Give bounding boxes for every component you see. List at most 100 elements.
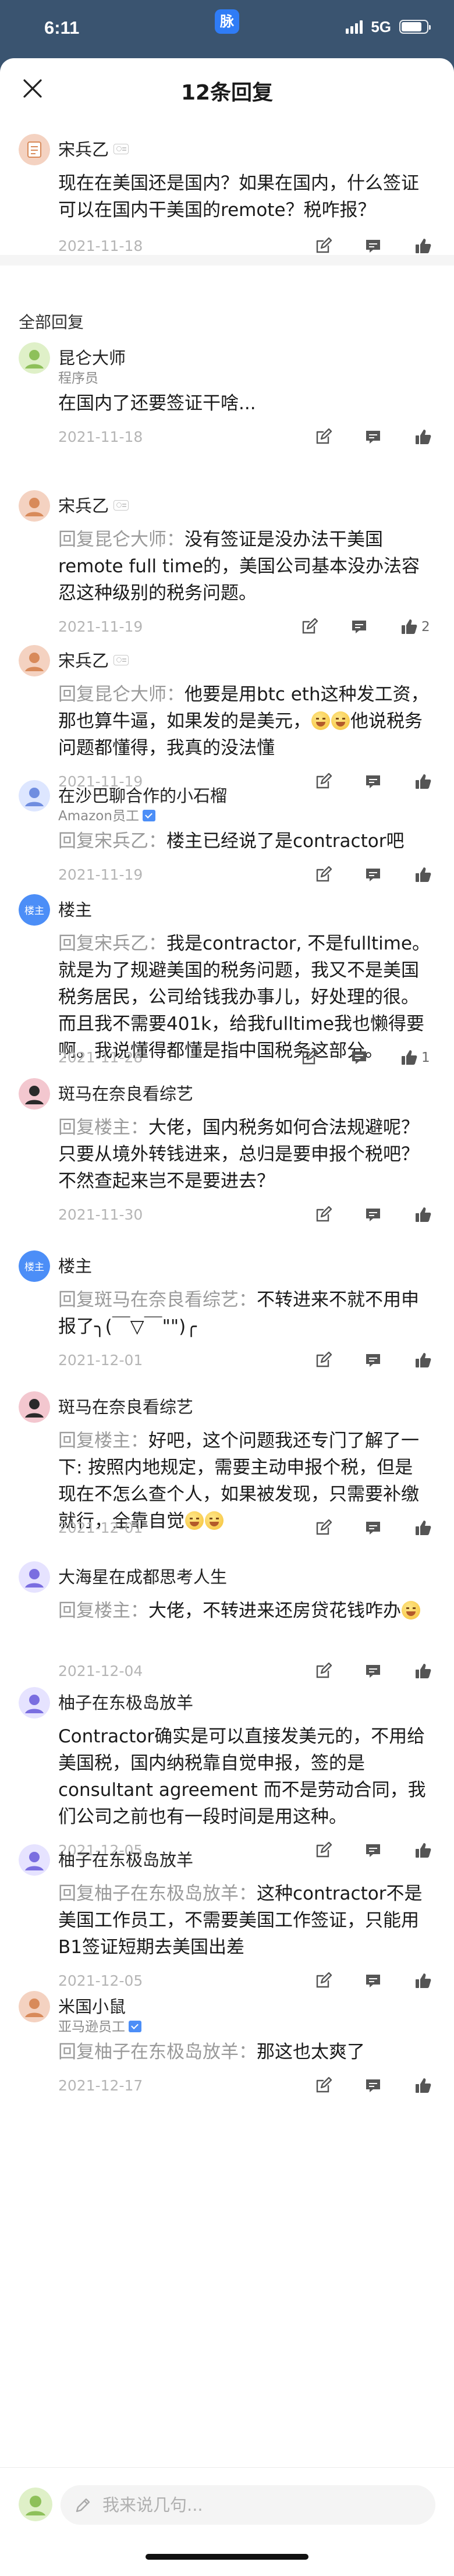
- reply-body[interactable]: 回复昆仑大师：他要是用btc eth这种发工资，那也算牛逼，如果发的是美元， 他说…: [58, 681, 431, 761]
- comment-date: 2021-11-18: [58, 238, 143, 254]
- avatar[interactable]: 楼主: [19, 894, 50, 926]
- thumbs-up-icon[interactable]: 1: [399, 1048, 430, 1068]
- reply-body[interactable]: 回复宋兵乙：我是contractor, 不是fulltime。就是为了规避美国的…: [58, 930, 431, 1064]
- reply-body[interactable]: 在国内了还要签证干啥...: [58, 390, 431, 417]
- edit-icon[interactable]: [313, 1661, 333, 1681]
- avatar[interactable]: [19, 645, 50, 676]
- reply-body[interactable]: 回复昆仑大师：没有签证是没办法干美国remote full time的，美国公司…: [58, 526, 431, 607]
- avatar[interactable]: [19, 780, 50, 812]
- edit-icon[interactable]: [313, 1518, 333, 1538]
- reply-body[interactable]: 回复楼主：大佬，国内税务如何合法规避呢？只要从境外转钱进来，总归是要申报个税吧？…: [58, 1114, 431, 1195]
- author-title-text: 程序员: [58, 371, 98, 386]
- comment-icon[interactable]: [363, 865, 383, 885]
- comment-icon[interactable]: [363, 427, 383, 447]
- author-name[interactable]: 宋兵乙: [58, 136, 129, 161]
- app-badge-icon: 脉: [215, 9, 239, 34]
- reply-input[interactable]: [61, 2485, 435, 2525]
- avatar[interactable]: [19, 342, 50, 374]
- reply-body[interactable]: 回复柚子在东极岛放羊：那这也太爽了: [58, 2039, 431, 2065]
- battery-level: [402, 22, 421, 31]
- author-name[interactable]: 楼主: [58, 1253, 92, 1277]
- edit-icon[interactable]: [313, 236, 333, 256]
- edit-icon[interactable]: [313, 427, 333, 447]
- reply-to-label[interactable]: 回复昆仑大师：: [58, 529, 185, 550]
- avatar[interactable]: [19, 134, 50, 165]
- avatar[interactable]: [19, 1991, 50, 2022]
- comment-icon[interactable]: [363, 772, 383, 792]
- section-title: 全部回复: [19, 313, 84, 332]
- reply-to-label[interactable]: 回复斑马在奈良看综艺：: [58, 1289, 257, 1310]
- thumbs-up-icon[interactable]: [413, 427, 433, 447]
- thumbs-up-icon[interactable]: [413, 1351, 433, 1370]
- comment-icon[interactable]: [363, 1351, 383, 1370]
- reply-body[interactable]: Contractor确实是可以直接发美元的，不用给美国税，国内纳税靠自觉申报，签…: [58, 1723, 431, 1830]
- edit-icon[interactable]: [313, 865, 333, 885]
- edit-icon[interactable]: [313, 1205, 333, 1225]
- edit-icon[interactable]: [299, 617, 319, 637]
- avatar[interactable]: [19, 490, 50, 522]
- avatar[interactable]: [19, 1687, 50, 1718]
- edit-icon[interactable]: [313, 1971, 333, 1991]
- edit-icon[interactable]: [313, 1841, 333, 1861]
- reply-to-label[interactable]: 回复楼主：: [58, 1600, 148, 1621]
- author-name[interactable]: 斑马在奈良看综艺: [58, 1394, 193, 1418]
- reply-to-label[interactable]: 回复宋兵乙：: [58, 831, 166, 852]
- edit-icon[interactable]: [313, 772, 333, 792]
- edit-icon[interactable]: [313, 2076, 333, 2096]
- thumbs-up-icon[interactable]: [413, 1841, 433, 1861]
- avatar[interactable]: [19, 1561, 50, 1593]
- thumbs-up-icon[interactable]: [413, 1971, 433, 1991]
- reply-to-label[interactable]: 回复楼主：: [58, 1117, 148, 1138]
- author-name[interactable]: 昆仑大师: [58, 345, 126, 369]
- reply-actions: [283, 1661, 433, 1681]
- author-name[interactable]: 柚子在东极岛放羊: [58, 1847, 193, 1871]
- network-type: 5G: [371, 17, 391, 36]
- edit-icon[interactable]: [313, 1351, 333, 1370]
- comment-icon[interactable]: [363, 1518, 383, 1538]
- avatar[interactable]: [19, 1078, 50, 1110]
- comment-icon[interactable]: [349, 1048, 369, 1068]
- reply-to-label[interactable]: 回复柚子在东极岛放羊：: [58, 1883, 257, 1904]
- comment-icon[interactable]: [363, 1841, 383, 1861]
- reply-actions: [283, 1351, 433, 1370]
- avatar[interactable]: 楼主: [19, 1250, 50, 1282]
- author-name[interactable]: 斑马在奈良看综艺: [58, 1080, 193, 1105]
- thumbs-up-icon[interactable]: [413, 2076, 433, 2096]
- author-name[interactable]: 宋兵乙: [58, 492, 129, 517]
- thumbs-up-icon[interactable]: [413, 865, 433, 885]
- avatar: [19, 2488, 52, 2521]
- comment-icon[interactable]: [363, 1205, 383, 1225]
- comment-icon[interactable]: [349, 617, 369, 637]
- author-name[interactable]: 宋兵乙: [58, 647, 129, 672]
- author-name-text: 斑马在奈良看综艺: [58, 1397, 194, 1417]
- comment-icon[interactable]: [363, 1971, 383, 1991]
- thumbs-up-icon[interactable]: [413, 1518, 433, 1538]
- id-badge-icon: [114, 500, 129, 511]
- edit-icon[interactable]: [299, 1048, 319, 1068]
- thumbs-up-icon[interactable]: 2: [399, 617, 430, 637]
- reply-body[interactable]: 回复柚子在东极岛放羊：这种contractor不是美国工作员工，不需要美国工作签…: [58, 1880, 431, 1961]
- reply-body[interactable]: 回复宋兵乙：楼主已经说了是contractor吧: [58, 828, 431, 855]
- author-name[interactable]: 大海星在成都思考人生: [58, 1564, 227, 1588]
- thumbs-up-icon[interactable]: [413, 236, 433, 256]
- reply-body[interactable]: 回复楼主：大佬，不转进来还房贷花钱咋办: [58, 1597, 431, 1624]
- author-name[interactable]: 在沙巴聊合作的小石榴: [58, 782, 227, 807]
- thumbs-up-icon[interactable]: [413, 1205, 433, 1225]
- avatar[interactable]: [19, 1844, 50, 1876]
- thumbs-up-icon[interactable]: [413, 1661, 433, 1681]
- thumbs-up-icon[interactable]: [413, 772, 433, 792]
- comment-icon[interactable]: [363, 1661, 383, 1681]
- reply-to-label[interactable]: 回复柚子在东极岛放羊：: [58, 2042, 257, 2063]
- avatar[interactable]: [19, 1391, 50, 1423]
- reply-date: 2021-12-04: [58, 1663, 143, 1679]
- reply-body[interactable]: 回复斑马在奈良看综艺：不转进来不就不用申报了╮(￣▽￣"")╭: [58, 1287, 431, 1340]
- reply-to-label[interactable]: 回复宋兵乙：: [58, 933, 166, 954]
- comment-icon[interactable]: [363, 236, 383, 256]
- reply-to-label[interactable]: 回复昆仑大师：: [58, 684, 185, 705]
- author-name[interactable]: 柚子在东极岛放羊: [58, 1689, 193, 1714]
- comment-icon[interactable]: [363, 2076, 383, 2096]
- comment-actions: [283, 236, 433, 256]
- author-name[interactable]: 楼主: [58, 897, 92, 921]
- author-name[interactable]: 米国小鼠: [58, 1993, 126, 2018]
- reply-to-label[interactable]: 回复楼主：: [58, 1430, 148, 1451]
